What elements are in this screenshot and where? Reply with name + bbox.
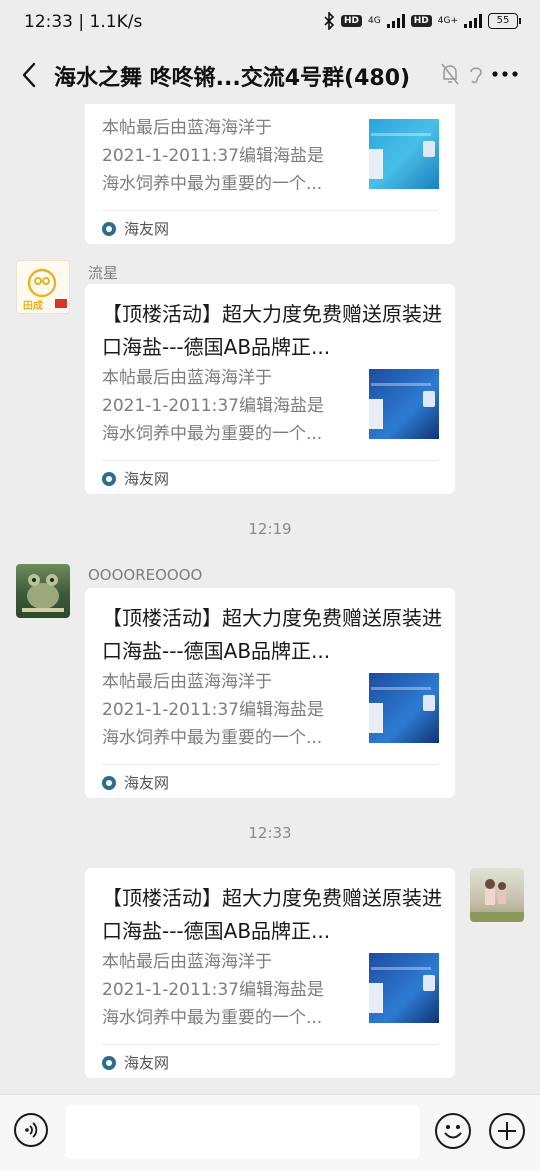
desc-line: 2021-1-2011:37编辑海盐是 [102,700,324,720]
card-divider [102,460,438,461]
mute-bell-icon [441,63,459,85]
plus-icon[interactable] [489,1113,525,1149]
card-thumbnail [369,673,439,743]
source-logo-icon [102,1055,116,1070]
hd-badge-2: HD [410,15,432,27]
network-speed: 1.1K/s [89,12,143,32]
card-description: 本帖最后由蓝海海洋于 2021-1-2011:37编辑海盐是 海水饲养中最为重要… [102,668,352,752]
sender-name: OOOOREOOOO [88,566,203,584]
signal-bars-2-icon [464,14,482,28]
desc-line: 本帖最后由蓝海海洋于 [102,952,272,972]
source-label: 海友网 [124,470,170,488]
time-divider: 12:19 [248,520,292,538]
emoji-icon[interactable] [435,1113,471,1149]
input-bar [0,1094,540,1171]
desc-line: 海水饲养中最为重要的一个... [102,424,323,444]
card-source: 海友网 [102,1052,169,1073]
source-label: 海友网 [124,220,170,238]
sender-name: 流星 [88,264,119,282]
card-title: 【顶楼活动】超大力度免费赠送原装进口海盐---德国AB品牌正... [102,606,442,663]
status-icons: HD 4G HD 4G+ 55 [323,12,521,30]
desc-line: 海水饲养中最为重要的一个... [102,174,323,194]
card-divider [102,1044,438,1045]
avatar[interactable]: 田成 [16,260,70,314]
battery-icon: 55 [488,13,521,29]
signal-bars-1-icon [386,14,405,28]
chat-title: 海水之舞 咚咚锵...交流4号群(480) [54,66,411,91]
message-list[interactable]: 本帖最后由蓝海海洋于 2021-1-2011:37编辑海盐是 海水饲养中最为重要… [0,104,540,1094]
card-divider [102,764,438,765]
link-card[interactable]: 【顶楼活动】超大力度免费赠送原装进口海盐---德国AB品牌正... 本帖最后由蓝… [85,868,455,1078]
link-card[interactable]: 【顶楼活动】超大力度免费赠送原装进口海盐---德国AB品牌正... 本帖最后由蓝… [85,284,455,494]
card-description: 本帖最后由蓝海海洋于 2021-1-2011:37编辑海盐是 海水饲养中最为重要… [102,114,352,198]
voice-icon[interactable] [14,1113,48,1147]
link-card[interactable]: 本帖最后由蓝海海洋于 2021-1-2011:37编辑海盐是 海水饲养中最为重要… [85,104,455,244]
avatar-badge: 田成 [23,301,43,312]
source-logo-icon [102,471,116,486]
frog-avatar-icon [22,574,64,612]
source-logo-icon [102,221,116,236]
card-thumbnail [369,119,439,189]
bluetooth-icon [324,12,335,30]
card-thumbnail [369,953,439,1023]
status-time: 12:33 | 1.1K/s [24,12,143,32]
link-card[interactable]: 【顶楼活动】超大力度免费赠送原装进口海盐---德国AB品牌正... 本帖最后由蓝… [85,588,455,798]
desc-line: 海水饲养中最为重要的一个... [102,728,323,748]
more-dots-icon[interactable] [490,62,520,86]
source-logo-icon [102,775,116,790]
card-title: 【顶楼活动】超大力度免费赠送原装进口海盐---德国AB品牌正... [102,302,442,359]
photo-avatar-icon [470,879,524,922]
desc-line: 本帖最后由蓝海海洋于 [102,118,272,138]
card-description: 本帖最后由蓝海海洋于 2021-1-2011:37编辑海盐是 海水饲养中最为重要… [102,364,352,448]
avatar[interactable] [16,564,70,618]
hd-badge-1: HD [341,15,363,27]
network-type-2: 4G+ [437,16,458,26]
card-divider [102,210,438,211]
source-label: 海友网 [124,1054,170,1072]
card-thumbnail [369,369,439,439]
card-source: 海友网 [102,772,169,793]
desc-line: 2021-1-2011:37编辑海盐是 [102,980,324,1000]
card-title: 【顶楼活动】超大力度免费赠送原装进口海盐---德国AB品牌正... [102,886,442,943]
card-source: 海友网 [102,468,169,489]
clock: 12:33 [24,12,73,32]
back-arrow-icon[interactable] [18,60,42,90]
message-input[interactable] [66,1105,420,1159]
source-label: 海友网 [124,774,170,792]
status-bar: 12:33 | 1.1K/s HD 4G HD 4G+ 55 [0,0,540,48]
card-description: 本帖最后由蓝海海洋于 2021-1-2011:37编辑海盐是 海水饲养中最为重要… [102,948,352,1032]
network-type-1: 4G [368,16,381,26]
desc-line: 海水饲养中最为重要的一个... [102,1008,323,1028]
desc-line: 2021-1-2011:37编辑海盐是 [102,146,324,166]
self-avatar[interactable] [470,868,524,922]
earpiece-icon [470,67,482,84]
chat-header: 海水之舞 咚咚锵...交流4号群(480) [0,48,540,104]
desc-line: 本帖最后由蓝海海洋于 [102,368,272,388]
desc-line: 2021-1-2011:37编辑海盐是 [102,396,324,416]
time-divider: 12:33 [248,824,292,842]
card-source: 海友网 [102,218,169,239]
desc-line: 本帖最后由蓝海海洋于 [102,672,272,692]
